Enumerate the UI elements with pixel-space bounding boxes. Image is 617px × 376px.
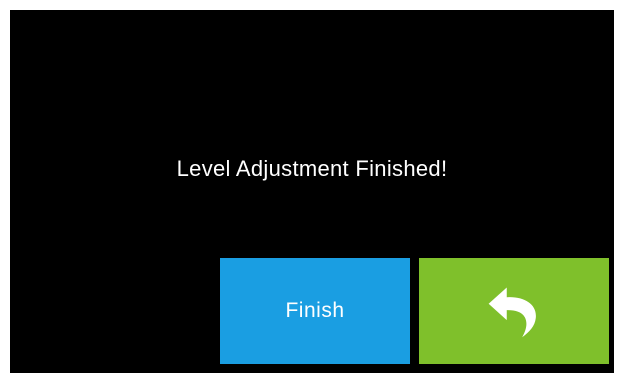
finish-button-label: Finish — [285, 299, 345, 322]
finish-button[interactable]: Finish — [220, 258, 410, 364]
return-arrow-icon — [485, 282, 543, 340]
status-message: Level Adjustment Finished! — [176, 156, 448, 181]
screen: Level Adjustment Finished! Finish — [10, 10, 614, 373]
back-button[interactable] — [419, 258, 609, 364]
